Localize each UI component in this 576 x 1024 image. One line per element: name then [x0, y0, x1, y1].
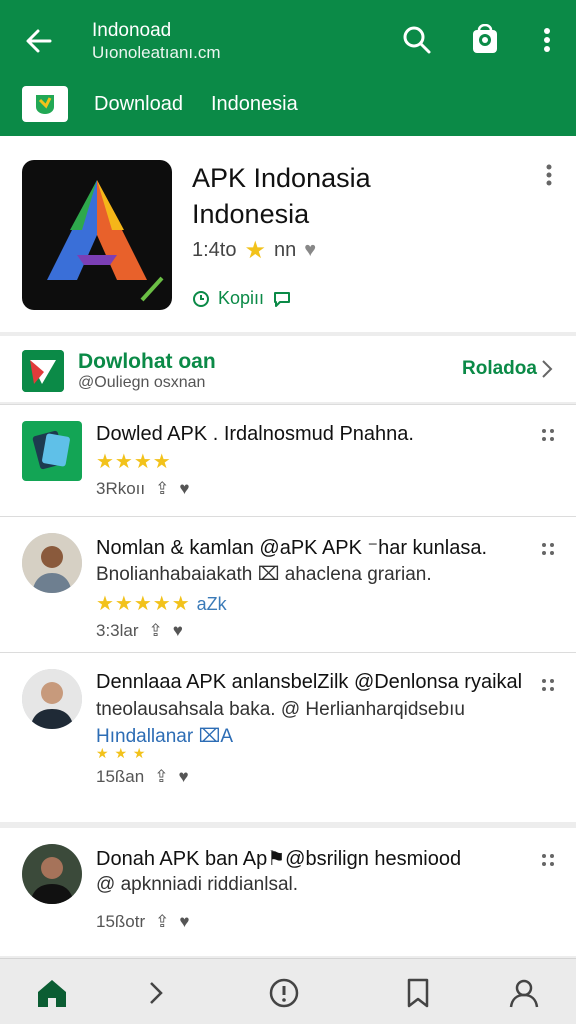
avatar [22, 669, 82, 729]
app-name: APK Indonasia Indonesia [192, 160, 512, 232]
more-vert-icon[interactable] [530, 22, 564, 58]
related-list: Dowled APK . Irdalnosmud Pnahna. ★★★★ 3R… [0, 404, 576, 956]
list-item-stars: ★ ★ ★ [96, 745, 147, 761]
shopping-bag-icon[interactable] [468, 22, 502, 58]
heart-icon[interactable]: ♥ [179, 912, 189, 932]
list-item[interactable]: Donah APK ban Ap⚑@bsrilign hesmiood @ ap… [0, 822, 576, 956]
grid-dots-icon[interactable] [540, 852, 556, 868]
list-item-footer: 3:3lar ⇪ ♥ [96, 621, 183, 641]
list-item-desc: Bnolianhabaiakath ⌧ ahaclena grarian. [96, 564, 432, 585]
list-item-footer: 15ßotr ⇪ ♥ [96, 912, 189, 932]
store-logo-icon[interactable] [22, 86, 68, 122]
rating-row: 1:4to ★ nn ♥ [192, 236, 316, 265]
more-vert-icon[interactable] [538, 162, 560, 188]
heart-icon[interactable]: ♥ [178, 767, 188, 787]
list-item-title: Donah APK ban Ap⚑@bsrilign hesmiood [96, 848, 462, 870]
list-item-desc-top: tneolausahsala baka. @ Herlianharqidsebı… [96, 699, 465, 720]
person-icon[interactable] [506, 975, 542, 1011]
list-item-desc: @ apknniadi riddianlsal. [96, 874, 299, 895]
app-icon [22, 160, 172, 310]
heart-icon[interactable]: ♥ [179, 479, 189, 499]
rating-value: 1:4to [192, 239, 237, 261]
bottom-navigation [0, 958, 576, 1024]
list-item-footer: 15ßan ⇪ ♥ [96, 767, 189, 787]
app-name-line1: APK Indonasia [192, 163, 371, 193]
developer-logo-icon [22, 350, 64, 392]
copy-link-row[interactable]: Kopiıı [192, 288, 292, 309]
chevron-right-icon[interactable] [138, 975, 174, 1011]
list-item[interactable]: Nomlan & kamlan @aPK APK ⁻har kunlasa. B… [0, 516, 576, 652]
rating-suffix: nn [274, 239, 297, 261]
list-item-meta: 3Rkoıı [96, 479, 146, 498]
app-bar: Indonoad Uıonoleatıanı.cm Download Indon… [0, 0, 576, 136]
app-header-card: APK Indonasia Indonesia 1:4to ★ nn ♥ Kop… [0, 136, 576, 332]
list-item-stars: ★★★★ [96, 451, 172, 473]
share-icon[interactable]: ⇪ [149, 621, 163, 641]
share-icon[interactable]: ⇪ [154, 767, 168, 787]
home-icon[interactable] [34, 975, 70, 1011]
list-item-meta: 15ßotr [96, 912, 146, 931]
share-icon[interactable]: ⇪ [155, 912, 169, 932]
list-item-meta: 15ßan [96, 767, 145, 786]
share-icon[interactable]: ⇪ [155, 479, 169, 499]
app-bar-title: Indonoad [92, 20, 172, 41]
grid-dots-icon[interactable] [540, 677, 556, 693]
list-item-desc: Hındallanar ⌧A [96, 726, 234, 747]
list-item[interactable]: Dennlaaa APK anlansbelZilk @Denlonsa rya… [0, 652, 576, 822]
subnav-download[interactable]: Download [94, 93, 183, 116]
grid-dots-icon[interactable] [540, 427, 556, 443]
bookmark-icon[interactable] [400, 975, 436, 1011]
list-item-title: Dennlaaa APK anlansbelZilk @Denlonsa rya… [96, 671, 523, 693]
clock-icon [193, 290, 209, 307]
search-icon[interactable] [400, 22, 434, 58]
app-bar-subnav: Download Indonesia [22, 86, 326, 122]
avatar [22, 533, 82, 593]
developer-strip[interactable]: Dowlohat oan @Ouliegn osxnan Roladoa [0, 336, 576, 402]
developer-handle: @Ouliegn osxnan [78, 374, 206, 391]
grid-dots-icon[interactable] [540, 541, 556, 557]
list-item-stars: ★★★★★ aZk [96, 591, 227, 616]
info-icon[interactable] [266, 975, 302, 1011]
developer-link[interactable]: Roladoa [462, 358, 537, 380]
avatar [22, 844, 82, 904]
heart-icon[interactable]: ♥ [173, 621, 183, 641]
star-rating: ★★★★★ [96, 593, 191, 615]
list-item-meta: 3:3lar [96, 621, 139, 640]
app-thumbnail [22, 421, 82, 481]
list-item-tag: aZk [196, 594, 227, 614]
header-titles: Indonoad Uıonoleatıanı.cm [92, 20, 221, 64]
list-item[interactable]: Dowled APK . Irdalnosmud Pnahna. ★★★★ 3R… [0, 404, 576, 516]
list-item-title: Dowled APK . Irdalnosmud Pnahna. [96, 423, 414, 445]
heart-icon: ♥ [304, 239, 317, 261]
chat-bubble-icon[interactable] [272, 290, 292, 308]
star-icon: ★ [244, 237, 266, 264]
app-bar-subtitle: Uıonoleatıanı.cm [92, 43, 221, 62]
arrow-left-icon[interactable] [22, 24, 56, 58]
copy-link-label[interactable]: Kopiıı [218, 288, 264, 309]
subnav-indonesia[interactable]: Indonesia [211, 93, 298, 116]
app-name-line2: Indonesia [192, 199, 310, 229]
list-item-title: Nomlan & kamlan @aPK APK ⁻har kunlasa. [96, 537, 488, 559]
chevron-right-icon[interactable] [540, 358, 554, 380]
list-item-footer: 3Rkoıı ⇪ ♥ [96, 479, 189, 499]
developer-name: Dowlohat oan [78, 350, 216, 373]
